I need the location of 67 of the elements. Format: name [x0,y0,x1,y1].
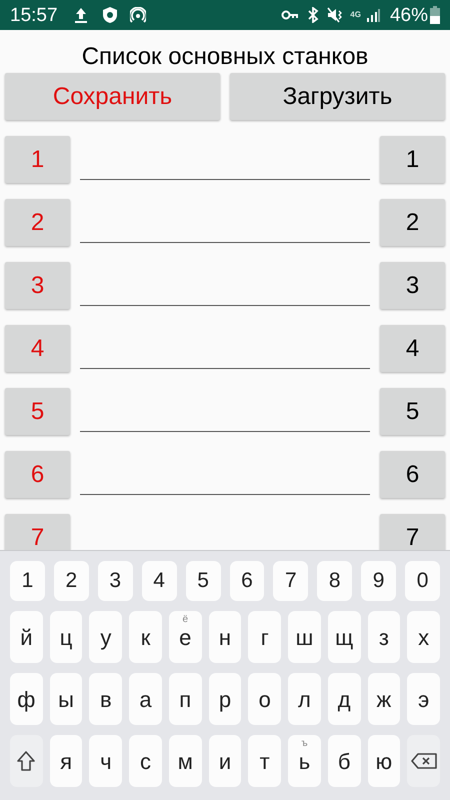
row-number-button[interactable]: 6 [380,451,445,498]
keyboard-key[interactable]: 8 [317,561,352,601]
keyboard-key[interactable]: 1 [10,561,45,601]
keyboard-key[interactable]: и [208,735,242,787]
backspace-icon [410,752,438,770]
keyboard-key[interactable]: ш [288,611,321,663]
keyboard-key[interactable]: ы [50,673,82,725]
battery-level: 46% [390,6,428,24]
keyboard-key[interactable]: т [248,735,282,787]
load-button[interactable]: Загрузить [230,73,445,120]
backspace-key[interactable] [407,735,440,787]
row-number-button[interactable]: 5 [380,388,445,435]
keyboard-key[interactable]: 4 [142,561,177,601]
row-number-button[interactable]: 4 [380,325,445,372]
keyboard-key[interactable]: й [10,611,43,663]
keyboard-key[interactable]: ё е [168,611,202,663]
battery-icon [430,6,440,24]
keyboard-key[interactable]: 5 [186,561,220,601]
key-hint: ъ [300,739,309,749]
keyboard-key[interactable]: о [248,673,282,725]
keyboard-key[interactable]: а [129,673,162,725]
keyboard-key[interactable]: 2 [54,561,89,601]
keyboard-key[interactable]: я [50,735,82,787]
keyboard-key[interactable]: ц [50,611,82,663]
keyboard-key[interactable]: з [368,611,400,663]
upload-icon [74,7,88,23]
keyboard-key[interactable]: щ [328,611,361,663]
keyboard-key[interactable]: к [129,611,162,663]
row-number-button[interactable]: 2 [380,199,445,246]
status-time: 15:57 [10,6,58,24]
keyboard-key[interactable]: 9 [361,561,396,601]
keyboard-key[interactable]: 7 [273,561,308,601]
hotspot-icon [130,7,146,23]
keyboard-key[interactable]: д [328,673,361,725]
keyboard-key[interactable]: ю [368,735,400,787]
keyboard-key[interactable]: 6 [230,561,264,601]
keyboard-key[interactable]: л [288,673,321,725]
row-number-button[interactable]: 1 [380,136,445,183]
keyboard-key[interactable]: м [168,735,202,787]
keyboard-key[interactable]: 3 [98,561,133,601]
row-number-button[interactable]: 3 [380,262,445,309]
screen-title: Список основных станков [80,42,370,72]
mute-icon [327,7,344,23]
shield-icon [102,6,118,24]
keyboard-key[interactable]: э [407,673,440,725]
keyboard-key[interactable]: г [248,611,282,663]
keyboard-key[interactable]: ж [368,673,400,725]
keyboard-key[interactable]: в [89,673,122,725]
keyboard-key[interactable]: х [407,611,440,663]
keyboard-key[interactable]: н [208,611,242,663]
keyboard-key[interactable]: 0 [405,561,440,601]
key-icon [281,10,300,20]
key-hint: ё [181,615,190,625]
shift-icon [16,750,36,772]
network-type: 4G [350,11,361,19]
keyboard-key[interactable]: п [168,673,202,725]
row-number-button[interactable]: 7 [380,514,445,550]
keyboard-key[interactable]: у [89,611,122,663]
keyboard-key[interactable]: ъ ь [288,735,321,787]
keyboard-key[interactable]: с [129,735,162,787]
keyboard-key[interactable]: ч [89,735,122,787]
keyboard-key[interactable]: р [208,673,242,725]
signal-icon [366,8,380,22]
keyboard-key[interactable]: б [328,735,361,787]
bluetooth-icon [307,7,320,23]
shift-key[interactable] [10,735,43,787]
keyboard-key[interactable]: ф [10,673,43,725]
